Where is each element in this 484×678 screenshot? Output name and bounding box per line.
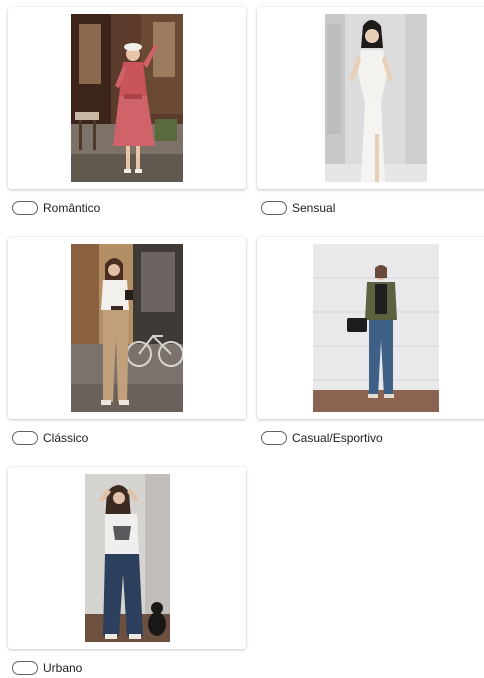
casual-esportivo-photo <box>313 244 439 412</box>
radio-button[interactable] <box>12 201 38 215</box>
option-label: Romântico <box>43 201 101 215</box>
radio-button[interactable] <box>12 661 38 675</box>
choice-classico[interactable]: Clássico <box>8 428 248 448</box>
image-card-classico[interactable] <box>8 237 246 419</box>
option-label: Clássico <box>43 431 89 445</box>
radio-button[interactable] <box>12 431 38 445</box>
option-classico: Clássico <box>8 237 248 448</box>
choice-casual-esportivo[interactable]: Casual/Esportivo <box>257 428 484 448</box>
option-sensual: Sensual <box>257 7 484 218</box>
option-urbano: Urbano <box>8 467 248 678</box>
classico-photo <box>71 244 183 412</box>
option-label: Casual/Esportivo <box>292 431 383 445</box>
romantico-photo <box>71 14 183 182</box>
choice-romantico[interactable]: Romântico <box>8 198 248 218</box>
option-label: Sensual <box>292 201 336 215</box>
image-card-casual-esportivo[interactable] <box>257 237 484 419</box>
option-casual-esportivo: Casual/Esportivo <box>257 237 484 448</box>
option-romantico: Romântico <box>8 7 248 218</box>
urbano-photo <box>84 474 170 642</box>
option-label: Urbano <box>43 661 83 675</box>
image-card-romantico[interactable] <box>8 7 246 189</box>
image-card-sensual[interactable] <box>257 7 484 189</box>
choice-sensual[interactable]: Sensual <box>257 198 484 218</box>
radio-button[interactable] <box>261 431 287 445</box>
sensual-photo <box>325 14 427 182</box>
image-card-urbano[interactable] <box>8 467 246 649</box>
radio-button[interactable] <box>261 201 287 215</box>
choice-urbano[interactable]: Urbano <box>8 658 248 678</box>
